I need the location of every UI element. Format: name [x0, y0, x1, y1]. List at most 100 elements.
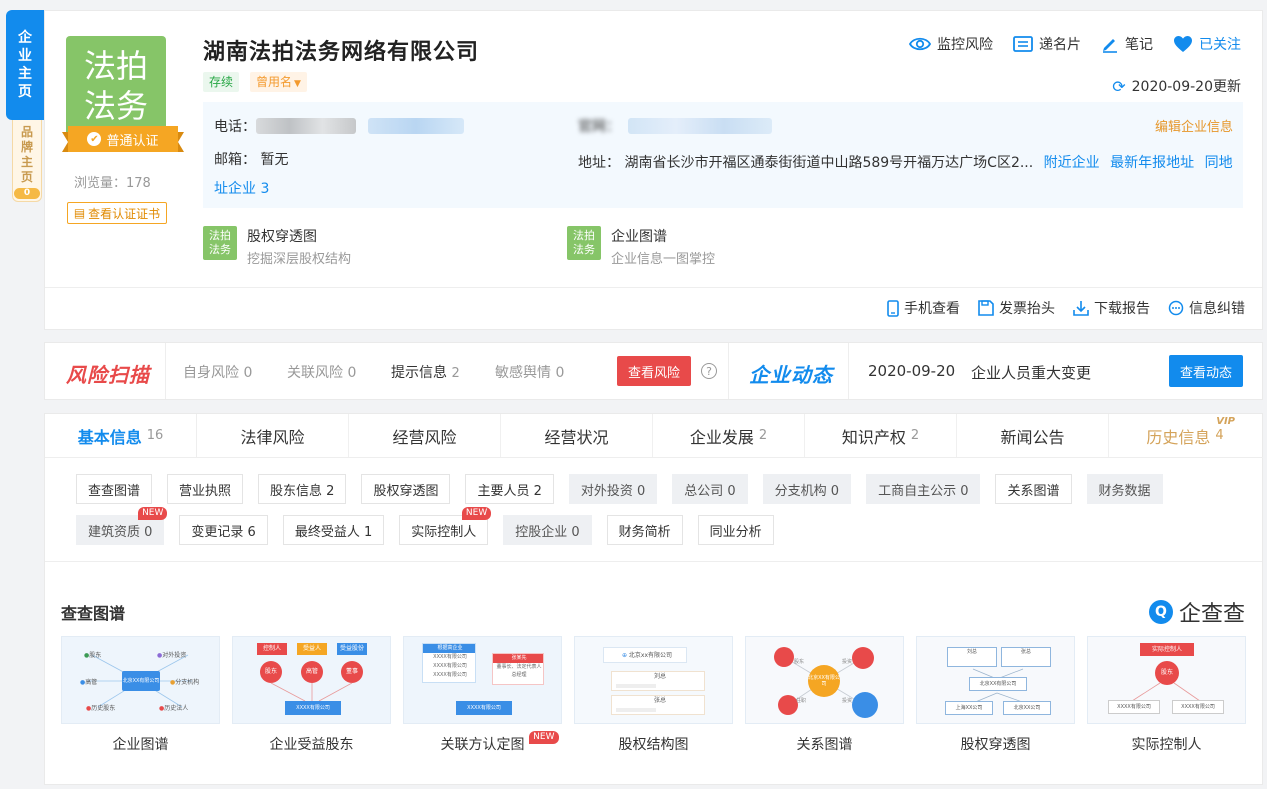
chip-label: 股东信息 2	[270, 483, 335, 499]
chip-label: 股权穿透图	[373, 483, 439, 499]
chip-label: 最终受益人 1	[294, 524, 373, 540]
graph-card-label: 关系图谱	[796, 737, 853, 753]
chip-shareholders[interactable]: 股东信息 2	[258, 474, 347, 504]
tab-history[interactable]: 历史信息 4 VIP	[1109, 414, 1261, 457]
quick-link-company-graph[interactable]: 法拍 法务 企业图谱 企业信息一图掌控	[567, 226, 715, 267]
invoice-title-button[interactable]: 发票抬头	[978, 298, 1055, 318]
tab-operating-risk[interactable]: 经营风险	[349, 414, 501, 457]
tab-development[interactable]: 企业发展 2	[653, 414, 805, 457]
graph-node-center: 北京XX有限公司	[808, 665, 840, 697]
ribbon-tail	[178, 132, 184, 152]
business-card-button[interactable]: 递名片	[1013, 34, 1081, 54]
card-icon	[1013, 36, 1033, 52]
tips-info-count: 2	[451, 366, 460, 381]
graph-node	[778, 695, 798, 715]
graph-card-related-party[interactable]: 根据高企业 XXXX有限公司 XXXX有限公司 XXXX有限公司 张某先 董事长…	[403, 636, 562, 754]
graph-card-label: 企业图谱	[112, 737, 169, 753]
graph-card-beneficiary[interactable]: 控制人 受益人 受益股份 股东 高管 董事 XXXX有限公司 企业受益股东	[232, 636, 391, 754]
chip-equity-penetration[interactable]: 股权穿透图	[361, 474, 451, 504]
annual-report-address-link[interactable]: 最新年报地址	[1110, 155, 1194, 171]
graph-card-relationship[interactable]: 北京XX有限公司 股东 投资 任职 投资 关系图谱	[745, 636, 904, 754]
tab-label: 经营风险	[392, 427, 457, 447]
edit-company-info-link[interactable]: 编辑企业信息	[1155, 116, 1233, 135]
graph-thumbnail: ⊕ 北京xx有限公司 刘总 张总	[574, 636, 733, 724]
graph-node: XXXX有限公司	[1108, 700, 1160, 714]
report-error-button[interactable]: 信息纠错	[1168, 298, 1245, 318]
chip-financial-data[interactable]: 财务数据	[1086, 474, 1163, 504]
logo-line: 法务	[83, 87, 148, 125]
graph-card-label: 实际控制人	[1131, 737, 1202, 753]
same-address-link[interactable]: 同地	[1205, 155, 1233, 171]
mobile-view-button[interactable]: 手机查看	[887, 298, 960, 318]
chip-change-records[interactable]: 变更记录 6	[179, 515, 268, 545]
report-error-label: 信息纠错	[1189, 301, 1245, 317]
quick-link-equity[interactable]: 法拍 法务 股权穿透图 挖掘深层股权结构	[203, 226, 351, 267]
view-certificate-button[interactable]: ▤ 查看认证证书	[67, 202, 167, 224]
graph-node	[774, 647, 794, 667]
nearby-companies-link[interactable]: 附近企业	[1044, 155, 1100, 171]
invoice-title-label: 发票抬头	[999, 301, 1055, 317]
tab-basic-info[interactable]: 基本信息 16	[45, 414, 197, 457]
chip-holding-companies[interactable]: 控股企业 0	[503, 515, 592, 545]
graph-card-equity-structure[interactable]: ⊕ 北京xx有限公司 刘总 张总 股权结构图	[574, 636, 733, 754]
chip-actual-controller[interactable]: 实际控制人 NEW	[399, 507, 492, 545]
website-label: 官网：	[578, 119, 620, 135]
tab-operating-status[interactable]: 经营状况	[501, 414, 653, 457]
view-dynamics-button[interactable]: 查看动态	[1169, 355, 1243, 387]
graph-card-equity-penetration[interactable]: 刘总 张总 北京XX有限公司 上海XX公司 北京XX公司 股权穿透图	[916, 636, 1075, 754]
tab-brand-home[interactable]: 品 牌 主 页 0	[12, 118, 42, 202]
graph-card-label: 企业受益股东	[269, 737, 354, 753]
chat-icon	[1168, 300, 1184, 316]
follow-button[interactable]: 已关注	[1173, 34, 1241, 54]
download-report-button[interactable]: 下载报告	[1073, 298, 1150, 318]
same-address-count-link[interactable]: 址企业 3	[214, 178, 269, 198]
chip-construction-qualification[interactable]: 建筑资质 0 NEW	[76, 507, 168, 545]
tab-enterprise-home[interactable]: 企 业 主 页	[6, 10, 44, 120]
graph-node: XXXX有限公司	[1172, 700, 1224, 714]
chip-investments[interactable]: 对外投资 0	[568, 474, 658, 504]
view-risk-button[interactable]: 查看风险	[617, 356, 691, 386]
address-label: 地址：	[578, 155, 620, 171]
sensitive-news-link[interactable]: 敏感舆情 0	[495, 362, 564, 382]
graph-card-company[interactable]: ●股东 ●对外投资 ●高管 北京XX有限公司 ●分支机构 ●历史股东 ●历史法人…	[61, 636, 220, 754]
self-risk-link[interactable]: 自身风险 0	[183, 362, 252, 382]
tab-legal-risk[interactable]: 法律风险	[197, 414, 349, 457]
chip-self-disclosure[interactable]: 工商自主公示 0	[866, 474, 981, 504]
bottom-actions: 手机查看 发票抬头 下载报告 信息纠错	[887, 298, 1245, 318]
tab-ip[interactable]: 知识产权 2	[805, 414, 957, 457]
save-icon	[978, 300, 994, 316]
chip-industry-analysis[interactable]: 同业分析	[697, 515, 774, 545]
monitor-risk-button[interactable]: 监控风险	[909, 34, 993, 54]
address-row: 地址： 湖南省长沙市开福区通泰街街道中山路589号开福万达广场C区2... 附近…	[578, 149, 1238, 177]
chip-relationship-graph[interactable]: 关系图谱	[995, 474, 1072, 504]
tab-news[interactable]: 新闻公告	[957, 414, 1109, 457]
qcc-logo: Q 企查查	[1148, 596, 1245, 628]
divider-vertical	[728, 343, 729, 399]
chip-qcc-graph[interactable]: 查查图谱	[76, 474, 153, 504]
chip-branches[interactable]: 分支机构 0	[762, 474, 852, 504]
chip-head-office[interactable]: 总公司 0	[672, 474, 748, 504]
graph-node: 张某先 董事长、法定代表人 总经理	[492, 653, 544, 685]
graph-node: 北京XX公司	[1003, 701, 1051, 715]
chip-key-personnel[interactable]: 主要人员 2	[465, 474, 554, 504]
new-badge: NEW	[529, 731, 559, 744]
tips-info-label: 提示信息	[391, 365, 447, 381]
update-date: 2020-09-20更新	[1131, 79, 1241, 95]
chip-financial-analysis[interactable]: 财务简析	[606, 515, 683, 545]
former-name-dropdown[interactable]: 曾用名 ▼	[250, 72, 307, 92]
heart-icon	[1174, 36, 1192, 52]
related-risk-link[interactable]: 关联风险 0	[287, 362, 356, 382]
help-icon[interactable]: ?	[701, 363, 717, 379]
graph-node-center: 北京XX有限公司	[969, 677, 1027, 691]
ribbon-band: ✔ 普通认证	[68, 126, 178, 152]
chip-label: 对外投资 0	[580, 483, 646, 499]
graph-card-actual-controller[interactable]: 实际控制人 股东 XXXX有限公司 XXXX有限公司 实际控制人	[1087, 636, 1246, 754]
chip-ultimate-beneficiary[interactable]: 最终受益人 1	[282, 515, 385, 545]
update-info: ⟳ 2020-09-20更新	[1112, 76, 1241, 96]
chip-label: 总公司 0	[684, 483, 736, 499]
tab-label: 企业发展	[689, 427, 754, 447]
tips-info-link[interactable]: 提示信息 2	[391, 362, 460, 382]
chip-business-license[interactable]: 营业执照	[167, 474, 244, 504]
note-button[interactable]: 笔记	[1101, 34, 1153, 54]
note-label: 笔记	[1125, 37, 1153, 53]
